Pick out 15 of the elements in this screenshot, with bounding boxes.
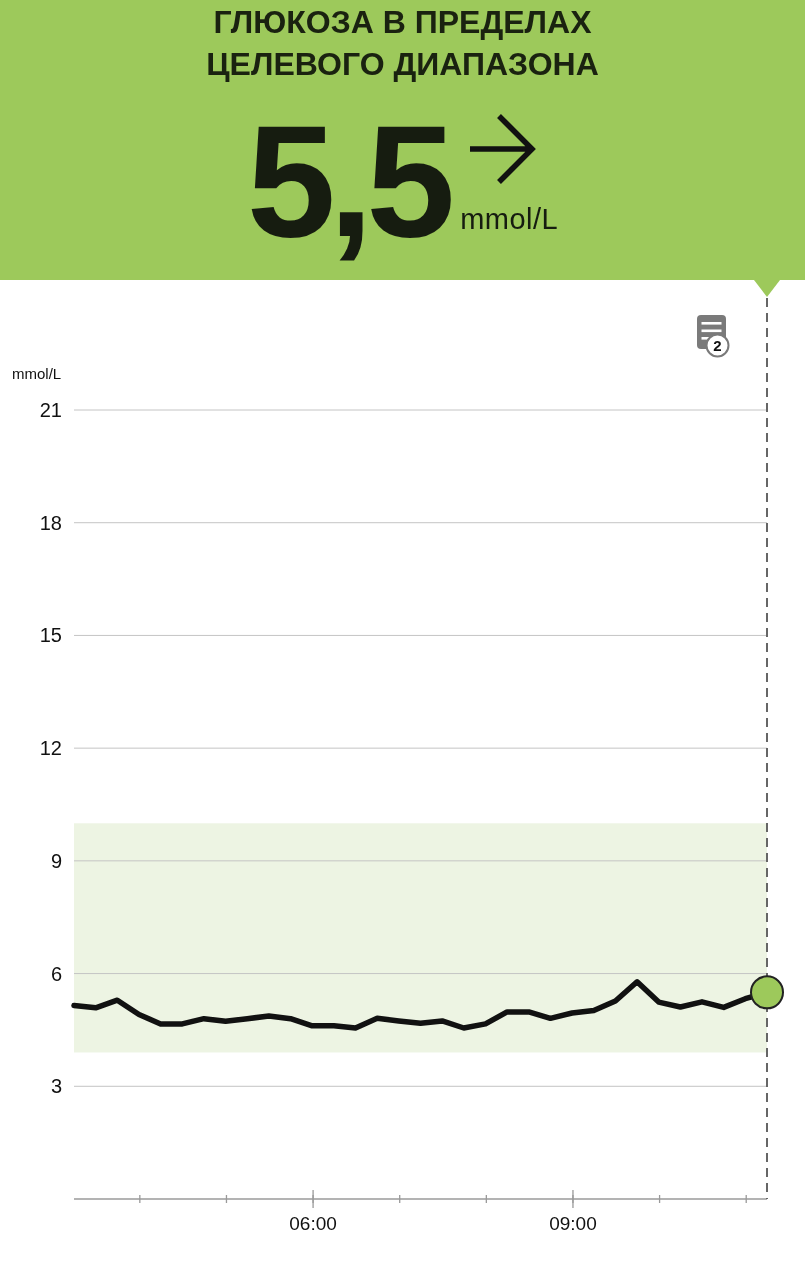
y-tick-label: 3 xyxy=(50,1075,62,1098)
reading-dot-icon xyxy=(750,975,784,1010)
note-count-badge: 2 xyxy=(705,333,730,358)
y-tick-label: 6 xyxy=(50,962,62,985)
unit-label: mmol/L xyxy=(460,202,559,236)
y-tick-label: 15 xyxy=(39,624,62,647)
y-tick-label: 12 xyxy=(39,737,62,760)
glucose-value: 5,5 xyxy=(246,101,449,261)
y-tick-label: 18 xyxy=(39,511,62,534)
y-axis-title: mmol/L xyxy=(12,365,62,382)
y-tick-label: 21 xyxy=(39,399,62,421)
status-title: ГЛЮКОЗА В ПРЕДЕЛАХ ЦЕЛЕВОГО ДИАПАЗОНА xyxy=(205,3,600,84)
y-tick-label: 9 xyxy=(50,849,62,872)
x-tick-label: 06:00 xyxy=(289,1213,337,1234)
x-tick-label: 09:00 xyxy=(549,1213,597,1234)
